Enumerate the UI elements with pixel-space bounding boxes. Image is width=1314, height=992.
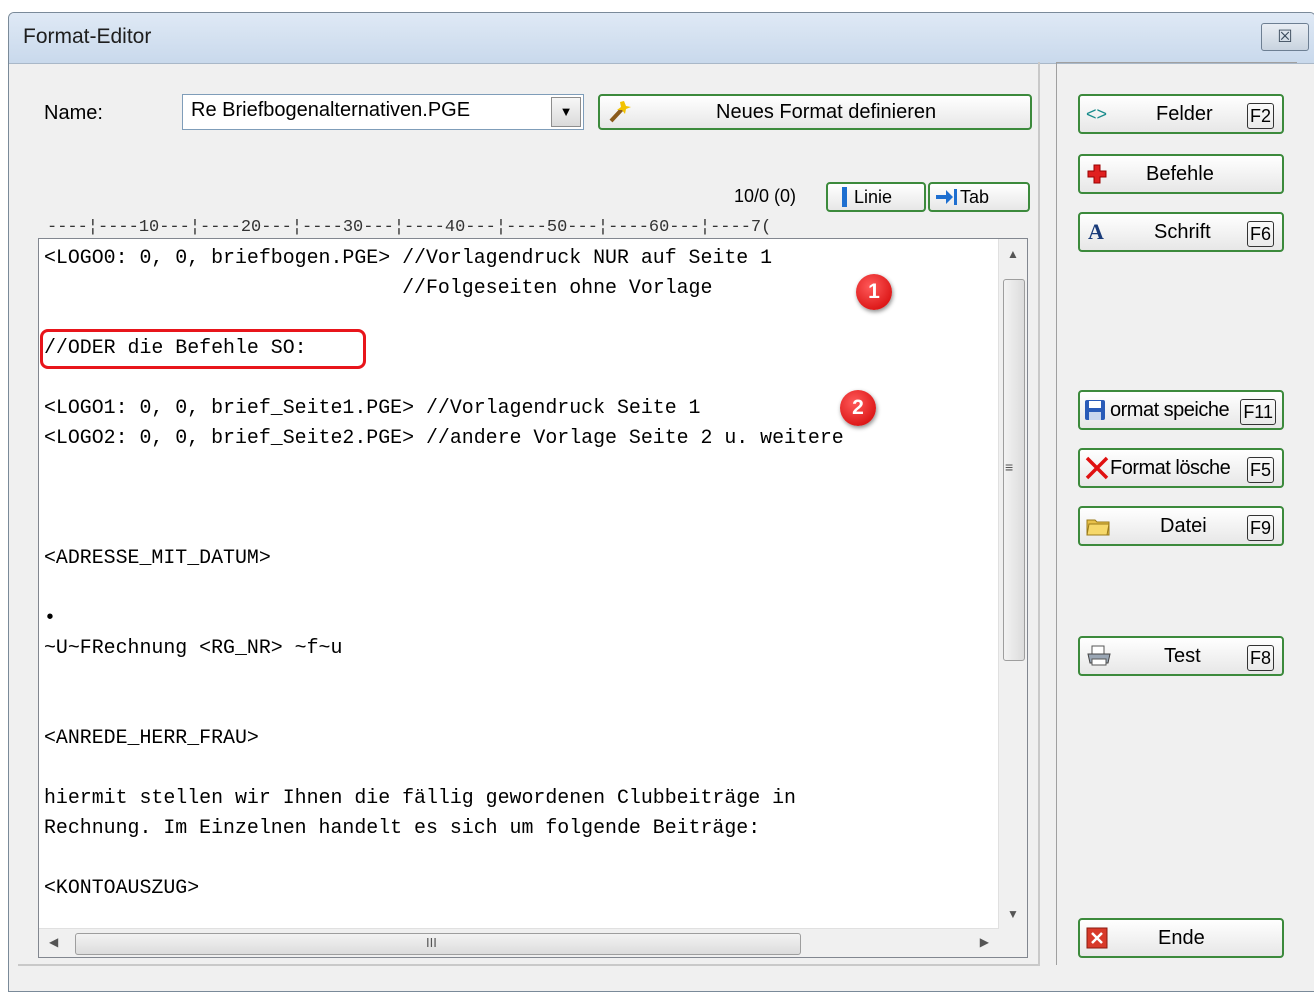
test-key: F8: [1246, 645, 1274, 671]
scroll-left-icon[interactable]: ◀: [49, 935, 58, 949]
annotation-badge-1: 1: [856, 274, 892, 310]
format-save-button[interactable]: ormat speiche F11: [1078, 390, 1284, 430]
close-icon: ☒: [1277, 27, 1293, 46]
name-value: Re Briefbogenalternativen.PGE: [191, 99, 471, 121]
schrift-key: F6: [1246, 221, 1274, 247]
editor-line: Rechnung. Im Einzelnen handelt es sich u…: [44, 816, 761, 839]
new-format-button[interactable]: Neues Format definieren: [598, 94, 1032, 130]
scroll-down-icon[interactable]: ▼: [1007, 907, 1019, 921]
befehle-label: Befehle: [1146, 162, 1214, 185]
felder-button[interactable]: <> Felder F2: [1078, 94, 1284, 134]
editor-line: //Folgeseiten ohne Vorlage: [44, 276, 713, 299]
editor-line: <ADRESSE_MIT_DATUM>: [44, 546, 271, 569]
editor-line: <KONTOAUSZUG>: [44, 876, 200, 899]
tab-arrow-icon: [934, 184, 958, 210]
name-combobox[interactable]: Re Briefbogenalternativen.PGE ▼: [182, 94, 584, 130]
exit-icon: [1086, 920, 1108, 956]
ende-button[interactable]: Ende: [1078, 918, 1284, 958]
editor-line: ~U~FRechnung <RG_NR> ~f~u: [44, 636, 343, 659]
editor-line: <LOGO0: 0, 0, briefbogen.PGE> //Vorlagen…: [44, 246, 773, 269]
tab-label: Tab: [960, 186, 990, 207]
brackets-icon: <>: [1086, 103, 1108, 124]
datei-button[interactable]: Datei F9: [1078, 506, 1284, 546]
wand-icon: [606, 96, 632, 128]
horizontal-scroll-thumb[interactable]: III: [75, 933, 801, 955]
grip-icon: ≡: [1005, 459, 1014, 475]
editor-line: <LOGO2: 0, 0, brief_Seite2.PGE> //andere…: [44, 426, 844, 449]
format-delete-button[interactable]: Format lösche F5: [1078, 448, 1284, 488]
datei-label: Datei: [1160, 514, 1207, 537]
vertical-scrollbar[interactable]: ▲ ≡ ▼: [998, 239, 1027, 929]
editor-line: •: [44, 606, 56, 629]
format-delete-key: F5: [1246, 457, 1274, 483]
felder-key: F2: [1246, 103, 1274, 129]
title-bar: Format-Editor ☒: [9, 13, 1314, 64]
annotation-badge-2: 2: [840, 390, 876, 426]
name-label: Name:: [44, 102, 103, 124]
linie-label: Linie: [854, 186, 893, 207]
font-icon: A: [1088, 219, 1104, 244]
scroll-corner: [999, 929, 1027, 957]
datei-key: F9: [1246, 515, 1274, 541]
editor-line: <ANREDE_HERR_FRAU>: [44, 726, 259, 749]
editor-line: hiermit stellen wir Ihnen die fällig gew…: [44, 786, 796, 809]
horizontal-scrollbar[interactable]: ◀ III ▶: [39, 928, 999, 957]
close-button[interactable]: ☒: [1261, 23, 1309, 51]
highlight-frame: [40, 329, 366, 369]
ruler: ----¦----10---¦----20---¦----30---¦----4…: [47, 218, 772, 237]
plus-icon: [1086, 156, 1108, 192]
linie-button[interactable]: Linie: [826, 182, 926, 212]
test-button[interactable]: Test F8: [1078, 636, 1284, 676]
tab-button[interactable]: Tab: [928, 182, 1030, 212]
folder-icon: [1086, 508, 1110, 544]
position-counter: 10/0 (0): [734, 186, 797, 206]
window-title: Format-Editor: [23, 25, 152, 48]
editor-line: <LOGO1: 0, 0, brief_Seite1.PGE> //Vorlag…: [44, 396, 701, 419]
delete-x-icon: [1084, 450, 1110, 486]
schrift-label: Schrift: [1154, 220, 1211, 243]
format-delete-label: Format lösche: [1110, 456, 1231, 479]
printer-icon: [1086, 638, 1112, 674]
felder-label: Felder: [1156, 102, 1213, 125]
befehle-button[interactable]: Befehle: [1078, 154, 1284, 194]
line-icon: [842, 184, 848, 210]
new-format-label: Neues Format definieren: [716, 100, 937, 123]
scroll-up-icon[interactable]: ▲: [1007, 247, 1019, 261]
scroll-right-icon[interactable]: ▶: [980, 935, 989, 949]
grip-icon: III: [426, 935, 437, 950]
floppy-icon: [1084, 392, 1106, 428]
format-save-label: ormat speiche: [1110, 398, 1230, 421]
format-save-key: F11: [1240, 399, 1276, 425]
ende-label: Ende: [1158, 926, 1205, 949]
chevron-down-icon[interactable]: ▼: [551, 97, 581, 127]
schrift-button[interactable]: A Schrift F6: [1078, 212, 1284, 252]
test-label: Test: [1164, 644, 1201, 667]
